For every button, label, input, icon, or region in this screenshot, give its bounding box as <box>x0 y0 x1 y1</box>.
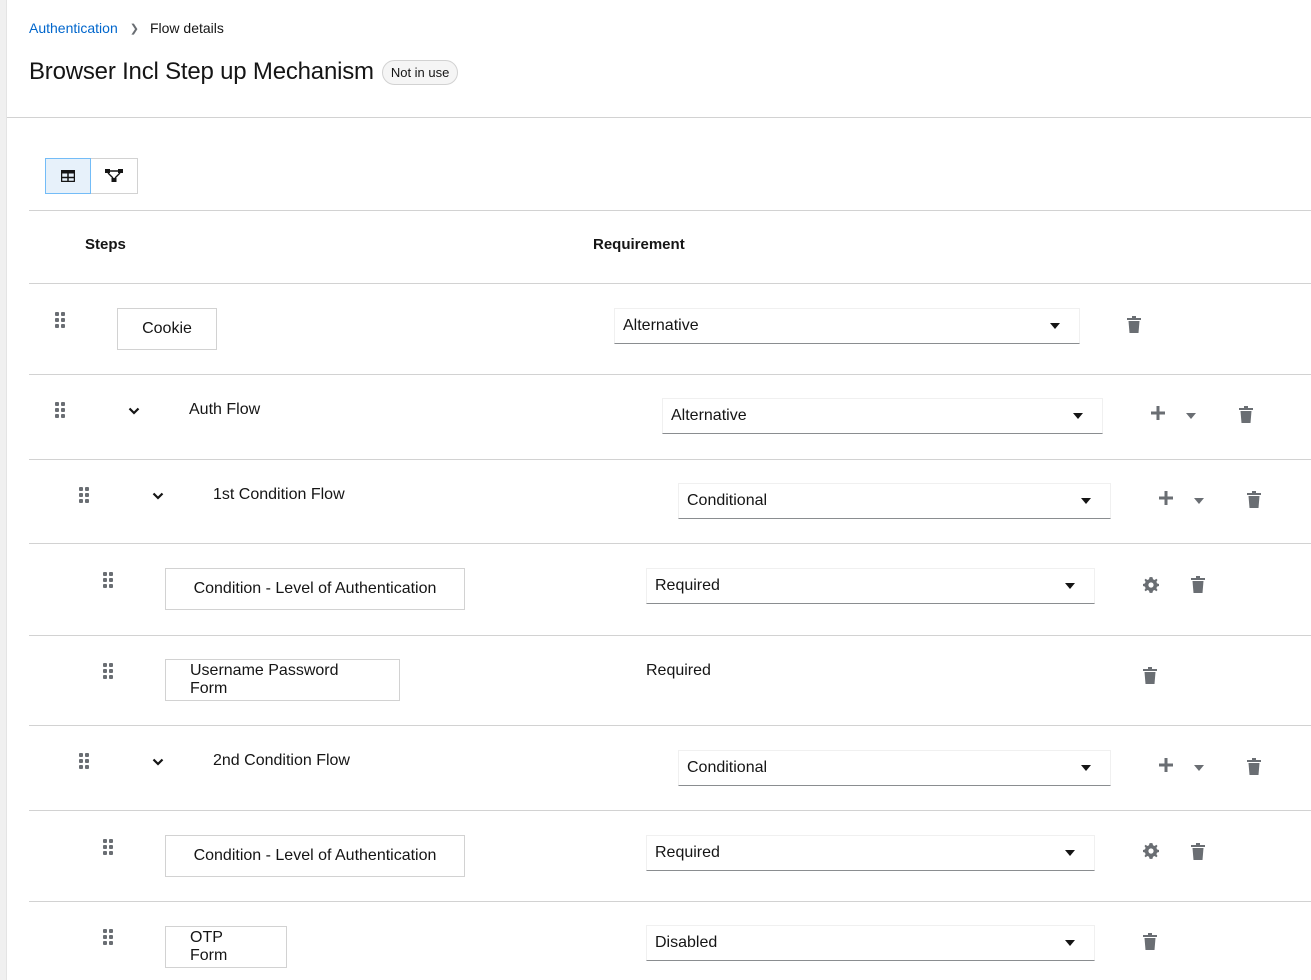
delete-step-button[interactable] <box>1247 758 1261 780</box>
trash-icon <box>1247 758 1261 780</box>
caret-down-icon <box>1081 498 1091 504</box>
caret-down-icon <box>1073 413 1083 419</box>
step-name-label[interactable]: Cookie <box>117 308 217 350</box>
table-view-button[interactable] <box>45 158 91 194</box>
chevron-down-icon[interactable] <box>128 404 140 416</box>
page-header: Browser Incl Step up Mechanism Not in us… <box>29 58 459 86</box>
drag-handle-icon[interactable] <box>103 663 115 679</box>
trash-icon <box>1239 406 1253 428</box>
trash-icon <box>1191 576 1205 598</box>
caret-down-icon <box>1194 758 1204 776</box>
caret-down-icon <box>1065 850 1075 856</box>
step-settings-button[interactable] <box>1143 843 1159 864</box>
row-divider <box>29 725 1311 726</box>
plus-icon <box>1159 758 1173 777</box>
diagram-icon <box>105 169 123 182</box>
breadcrumb: Authentication ❯ Flow details <box>29 20 224 36</box>
chevron-down-icon[interactable] <box>152 755 164 767</box>
table-top-divider <box>29 210 1311 211</box>
row-divider <box>29 374 1311 375</box>
requirement-value: Required <box>655 577 720 594</box>
requirement-select[interactable]: Required <box>646 835 1095 871</box>
drag-handle-icon[interactable] <box>103 929 115 945</box>
header-divider-line <box>29 283 1311 284</box>
trash-icon <box>1191 843 1205 865</box>
flow-name: Auth Flow <box>189 401 261 418</box>
row-divider <box>29 635 1311 636</box>
delete-step-button[interactable] <box>1191 576 1205 598</box>
caret-down-icon <box>1050 323 1060 329</box>
requirement-select[interactable]: Conditional <box>678 750 1111 786</box>
row-divider <box>29 901 1311 902</box>
drag-handle-icon[interactable] <box>103 572 115 588</box>
delete-step-button[interactable] <box>1247 491 1261 513</box>
row-divider <box>29 543 1311 544</box>
requirement-select[interactable]: Disabled <box>646 925 1095 961</box>
requirement-value: Alternative <box>623 317 699 334</box>
add-step-button[interactable] <box>1151 406 1165 425</box>
requirement-select[interactable]: Alternative <box>614 308 1080 344</box>
view-toggle-group <box>45 158 138 194</box>
delete-step-button[interactable] <box>1127 316 1141 338</box>
add-step-button[interactable] <box>1159 758 1173 777</box>
drag-handle-icon[interactable] <box>103 839 115 855</box>
step-name-label[interactable]: OTP Form <box>165 926 287 968</box>
caret-down-icon <box>1065 583 1075 589</box>
gear-icon <box>1143 843 1159 864</box>
caret-down-icon <box>1081 765 1091 771</box>
trash-icon <box>1247 491 1261 513</box>
requirement-value: Conditional <box>687 759 768 776</box>
add-step-dropdown-toggle[interactable] <box>1186 406 1196 424</box>
requirement-value: Conditional <box>687 492 768 509</box>
drag-handle-icon[interactable] <box>79 753 91 769</box>
breadcrumb-current: Flow details <box>149 20 224 36</box>
delete-step-button[interactable] <box>1143 667 1157 689</box>
drag-handle-icon[interactable] <box>55 402 67 418</box>
flow-name: 1st Condition Flow <box>213 486 345 503</box>
chevron-right-icon: ❯ <box>129 22 139 35</box>
requirement-select[interactable]: Required <box>646 568 1095 604</box>
requirement-select[interactable]: Conditional <box>678 483 1111 519</box>
left-scroll-edge <box>0 0 7 980</box>
step-name-label[interactable]: Condition - Level of Authentication <box>165 835 465 877</box>
drag-handle-icon[interactable] <box>79 487 91 503</box>
gear-icon <box>1143 577 1159 598</box>
step-settings-button[interactable] <box>1143 577 1159 598</box>
delete-step-button[interactable] <box>1239 406 1253 428</box>
requirement-value: Disabled <box>655 934 718 951</box>
delete-step-button[interactable] <box>1143 933 1157 955</box>
step-name-label[interactable]: Username Password Form <box>165 659 400 701</box>
caret-down-icon <box>1194 491 1204 509</box>
plus-icon <box>1151 406 1165 425</box>
requirement-text: Required <box>646 662 711 679</box>
flow-name: 2nd Condition Flow <box>213 752 350 769</box>
add-step-button[interactable] <box>1159 491 1173 510</box>
row-divider <box>29 459 1311 460</box>
chevron-down-icon[interactable] <box>152 489 164 501</box>
table-icon <box>61 170 75 182</box>
plus-icon <box>1159 491 1173 510</box>
drag-handle-icon[interactable] <box>55 312 67 328</box>
add-step-dropdown-toggle[interactable] <box>1194 758 1204 776</box>
status-badge: Not in use <box>381 59 459 85</box>
requirement-value: Required <box>655 844 720 861</box>
add-step-dropdown-toggle[interactable] <box>1194 491 1204 509</box>
column-header-requirement: Requirement <box>593 236 685 253</box>
column-header-steps: Steps <box>85 236 126 253</box>
requirement-value: Alternative <box>671 407 747 424</box>
step-name-label[interactable]: Condition - Level of Authentication <box>165 568 465 610</box>
row-divider <box>29 810 1311 811</box>
trash-icon <box>1143 667 1157 689</box>
breadcrumb-link-authentication[interactable]: Authentication <box>29 20 118 36</box>
delete-step-button[interactable] <box>1191 843 1205 865</box>
trash-icon <box>1143 933 1157 955</box>
caret-down-icon <box>1065 940 1075 946</box>
requirement-select[interactable]: Alternative <box>662 398 1103 434</box>
page-title: Browser Incl Step up Mechanism <box>29 58 374 85</box>
header-divider <box>7 117 1311 118</box>
diagram-view-button[interactable] <box>91 158 138 194</box>
caret-down-icon <box>1186 406 1196 424</box>
trash-icon <box>1127 316 1141 338</box>
